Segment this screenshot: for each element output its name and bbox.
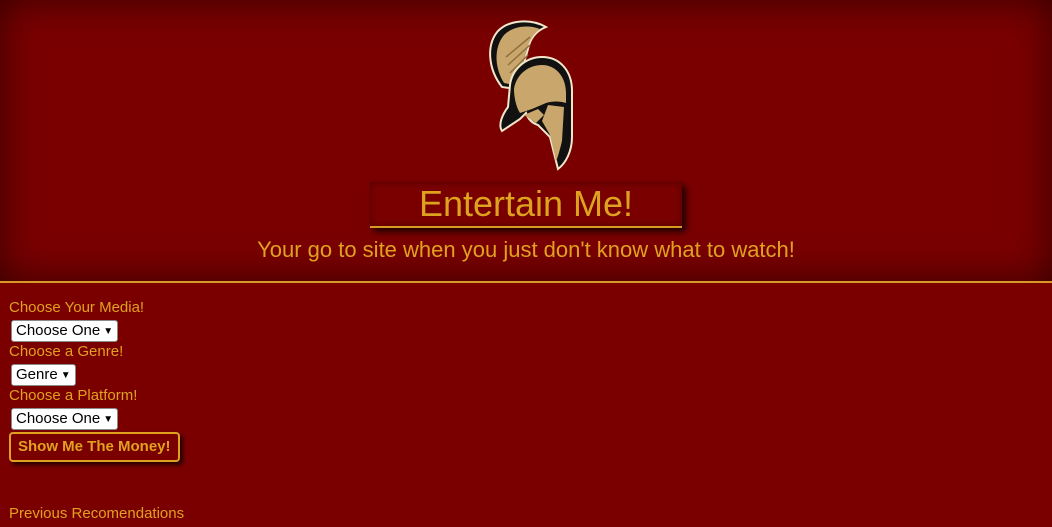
site-header: Entertain Me! Your go to site when you j… (0, 0, 1052, 283)
chevron-down-icon: ▼ (103, 414, 114, 425)
media-label: Choose Your Media! (9, 299, 145, 316)
spartan-helmet-icon (489, 20, 573, 171)
genre-select[interactable]: Genre ▼ (11, 364, 76, 386)
title-box: Entertain Me! (370, 182, 682, 228)
platform-select[interactable]: Choose One ▼ (11, 408, 119, 430)
media-select[interactable]: Choose One ▼ (11, 320, 119, 342)
genre-select-value: Genre (16, 366, 58, 383)
chevron-down-icon: ▼ (60, 370, 71, 381)
media-select-value: Choose One (16, 322, 101, 339)
platform-label: Choose a Platform! (9, 387, 138, 404)
genre-label: Choose a Genre! (9, 343, 124, 360)
platform-select-value: Choose One (16, 410, 101, 427)
show-me-the-money-button[interactable]: Show Me The Money! (9, 432, 180, 462)
page-subtitle: Your go to site when you just don't know… (257, 237, 795, 262)
previous-recommendations-heading: Previous Recomendations (9, 505, 185, 522)
search-form: Choose Your Media! Choose One ▼ Choose a … (9, 298, 180, 462)
chevron-down-icon: ▼ (103, 326, 114, 337)
page-title: Entertain Me! (418, 183, 634, 224)
